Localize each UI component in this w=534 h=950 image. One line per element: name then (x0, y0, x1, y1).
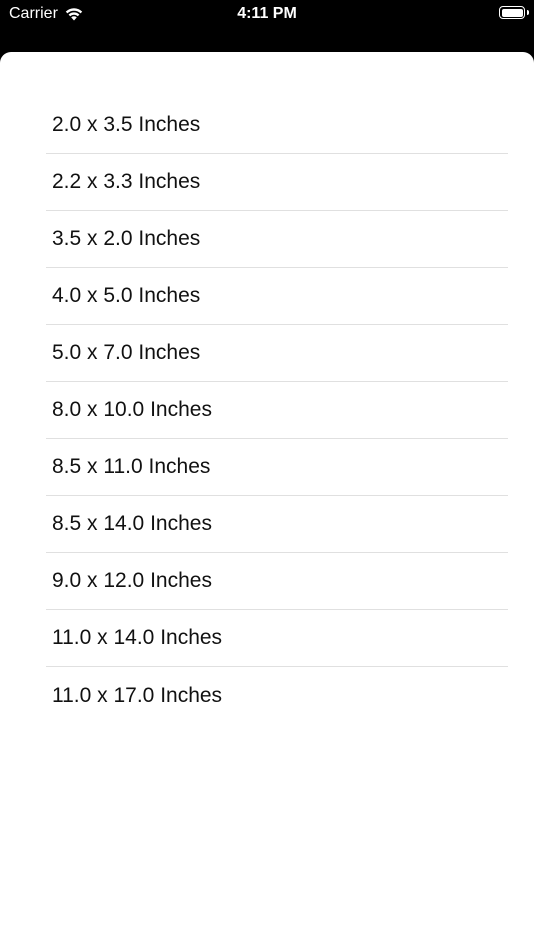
size-option[interactable]: 3.5 x 2.0 Inches (46, 211, 508, 268)
size-option[interactable]: 2.0 x 3.5 Inches (46, 97, 508, 154)
size-option[interactable]: 11.0 x 17.0 Inches (46, 667, 508, 724)
size-option[interactable]: 2.2 x 3.3 Inches (46, 154, 508, 211)
size-option[interactable]: 9.0 x 12.0 Inches (46, 553, 508, 610)
battery-icon (499, 6, 525, 19)
size-option[interactable]: 8.5 x 14.0 Inches (46, 496, 508, 553)
battery-level (501, 8, 523, 17)
size-option[interactable]: 8.5 x 11.0 Inches (46, 439, 508, 496)
status-time: 4:11 PM (237, 5, 297, 22)
size-option[interactable]: 8.0 x 10.0 Inches (46, 382, 508, 439)
size-option[interactable]: 4.0 x 5.0 Inches (46, 268, 508, 325)
size-picker-sheet: 2.0 x 3.5 Inches 2.2 x 3.3 Inches 3.5 x 2.… (0, 52, 534, 950)
size-option[interactable]: 11.0 x 14.0 Inches (46, 610, 508, 667)
size-list: 2.0 x 3.5 Inches 2.2 x 3.3 Inches 3.5 x 2.… (46, 97, 508, 724)
status-bar: Carrier 4:11 PM (0, 0, 534, 30)
size-option[interactable]: 5.0 x 7.0 Inches (46, 325, 508, 382)
